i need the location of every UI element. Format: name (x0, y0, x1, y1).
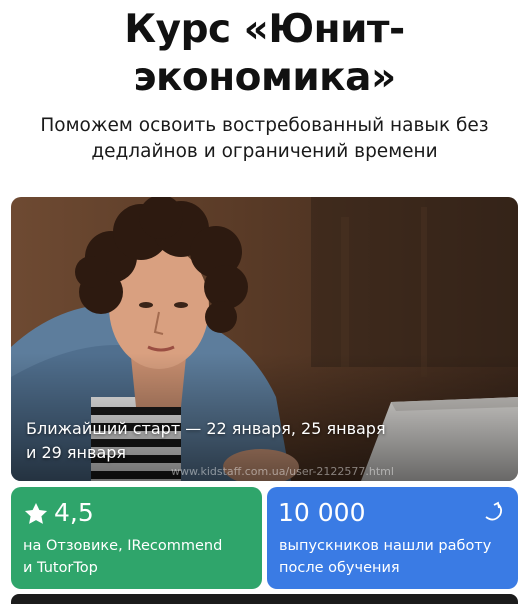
graduates-description-line-1: выпускников нашли работу (279, 538, 492, 554)
star-icon (24, 502, 48, 524)
hero-banner[interactable]: Ближайший старт — 22 января, 25 января и… (11, 197, 518, 481)
rating-description: на Отзовике, IRecommend и TutorTop (23, 535, 253, 579)
curved-arrow-icon (485, 501, 503, 521)
graduates-card[interactable]: 10 000 выпускников нашли работу после об… (267, 487, 518, 589)
page-title-line-1: Курс «Юнит- (124, 7, 405, 52)
hero-caption-line-2: и 29 января (26, 443, 127, 462)
next-card-edge (11, 594, 518, 604)
graduates-description: выпускников нашли работу после обучения (279, 535, 509, 579)
rating-description-line-1: на Отзовике, IRecommend (23, 538, 223, 554)
hero-caption: Ближайший старт — 22 января, 25 января и… (26, 417, 496, 465)
page-title-line-2: экономика» (133, 55, 396, 100)
rating-description-line-2: и TutorTop (23, 560, 98, 576)
rating-card[interactable]: 4,5 на Отзовике, IRecommend и TutorTop (11, 487, 262, 589)
watermark: www.kidstaff.com.ua/user-2122577.html (171, 465, 394, 478)
graduates-value: 10 000 (278, 498, 366, 527)
page-subtitle-line-2: дедлайнов и ограничений времени (91, 141, 438, 162)
page-subtitle: Поможем освоить востребованный навык без… (20, 113, 509, 165)
page-title: Курс «Юнит- экономика» (0, 6, 529, 102)
hero-caption-line-1: Ближайший старт — 22 января, 25 января (26, 419, 386, 438)
rating-value: 4,5 (54, 498, 94, 527)
page-subtitle-line-1: Поможем освоить востребованный навык без (40, 115, 489, 136)
graduates-description-line-2: после обучения (279, 560, 400, 576)
